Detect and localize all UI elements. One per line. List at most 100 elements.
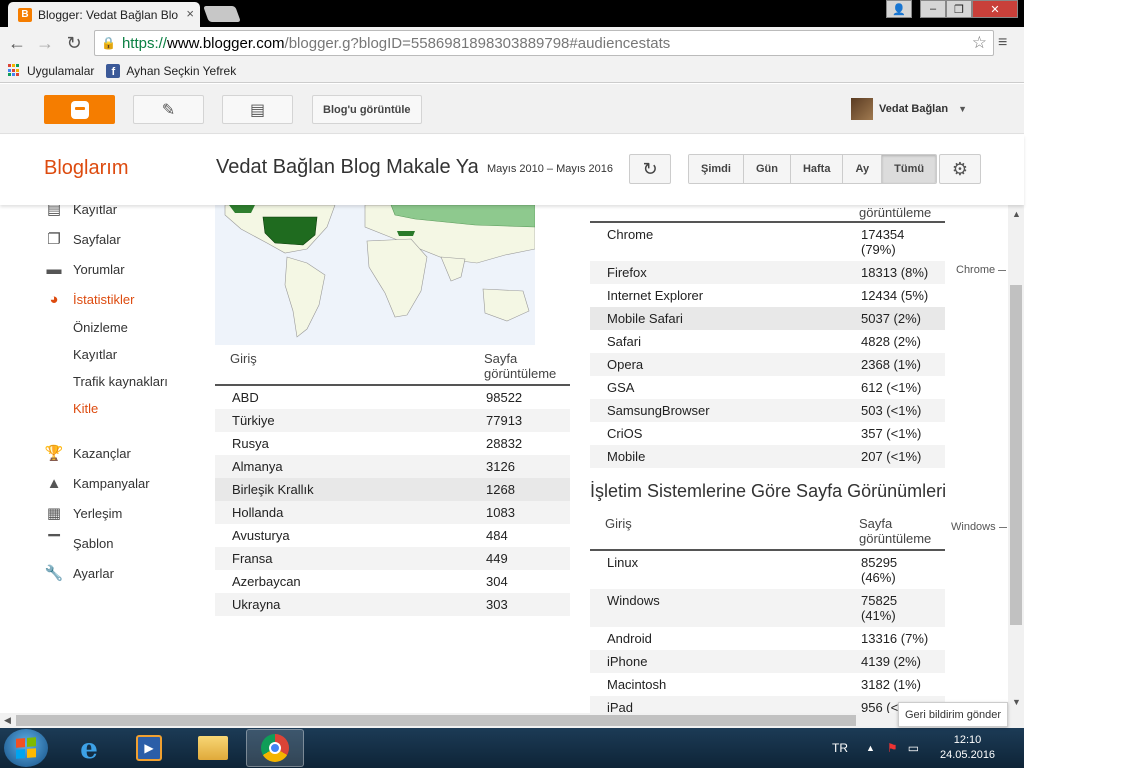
country-views: 449	[469, 547, 570, 570]
taskbar-chrome[interactable]	[246, 729, 304, 767]
new-tab-button[interactable]	[203, 6, 241, 22]
user-profile-icon[interactable]: 👤	[886, 0, 912, 18]
country-name: Rusya	[232, 436, 269, 451]
table-row: GSA 612 (<1%)	[590, 376, 945, 399]
range-week-button[interactable]: Hafta	[790, 155, 844, 183]
sidebar-item-campaigns[interactable]: ▲ Kampanyalar	[44, 474, 150, 492]
browser-views: 612 (<1%)	[861, 380, 922, 395]
sidebar-item-pages[interactable]: ❐ Sayfalar	[44, 230, 120, 248]
table-row: Opera 2368 (1%)	[590, 353, 945, 376]
reload-icon[interactable]: ↻	[63, 32, 85, 54]
sidebar-item-layout[interactable]: ▦ Yerleşim	[44, 504, 122, 522]
horizontal-scroll-thumb[interactable]	[16, 715, 856, 726]
table-row: Internet Explorer 12434 (5%)	[590, 284, 945, 307]
horizontal-scrollbar[interactable]: ◀	[0, 713, 1024, 728]
action-center-flag-icon[interactable]: ⚑	[887, 741, 898, 755]
audience-stats-content: Giriş Sayfa görüntüleme ABD 98522 Türkiye…	[210, 205, 1008, 713]
view-blog-button[interactable]: Blog'u görüntüle	[312, 95, 422, 124]
taskbar-media-player[interactable]: ▶	[120, 729, 178, 767]
sidebar-item-comments[interactable]: ▬ Yorumlar	[44, 260, 125, 278]
user-name: Vedat Bağlan	[879, 103, 949, 115]
scroll-left-arrow-icon[interactable]: ◀	[4, 715, 11, 726]
scroll-down-arrow-icon[interactable]: ▼	[1012, 697, 1021, 707]
range-all-button[interactable]: Tümü	[882, 155, 937, 183]
bookmark-facebook[interactable]: f Ayhan Seçkin Yefrek	[106, 63, 236, 78]
media-player-icon: ▶	[136, 735, 162, 761]
bookmark-apps[interactable]: Uygulamalar	[8, 64, 94, 78]
country-views: 1268	[469, 478, 570, 501]
country-name: Birleşik Krallık	[215, 478, 469, 501]
bookmark-star-icon[interactable]: ☆	[972, 33, 987, 53]
network-icon[interactable]: ▭	[908, 741, 919, 755]
tray-expand-icon[interactable]: ▲	[866, 743, 875, 753]
browsers-col-views-tail: görüntüleme	[859, 205, 932, 220]
range-month-button[interactable]: Ay	[843, 155, 883, 183]
refresh-button[interactable]: ↻	[629, 154, 671, 184]
lock-icon: 🔒	[101, 36, 116, 50]
sidebar-item-settings[interactable]: 🔧 Ayarlar	[44, 564, 114, 582]
chrome-menu-icon[interactable]: ≡	[998, 34, 1007, 52]
facebook-icon: f	[106, 63, 121, 78]
forward-arrow-icon[interactable]: →	[34, 32, 56, 54]
sidebar-sub-audience[interactable]: Kitle	[73, 401, 98, 416]
sidebar-sub-posts[interactable]: Kayıtlar	[73, 347, 117, 362]
scroll-up-arrow-icon[interactable]: ▲	[1012, 209, 1021, 219]
minimize-button[interactable]: –	[920, 0, 946, 18]
sidebar-item-stats[interactable]: ◕ İstatistikler	[44, 290, 134, 308]
settings-button[interactable]: ⚙	[939, 154, 981, 184]
sidebar-sub-overview[interactable]: Önizleme	[73, 320, 128, 335]
window-close-button[interactable]: ✕	[972, 0, 1018, 18]
avatar	[851, 98, 873, 120]
country-name: Hollanda	[215, 501, 469, 524]
blogger-home-button[interactable]	[44, 95, 115, 124]
range-now-button[interactable]: Şimdi	[689, 155, 744, 183]
browser-name: Mobile Safari	[590, 307, 844, 330]
sidebar-item-earnings[interactable]: 🏆 Kazançlar	[44, 444, 131, 462]
sidebar-item-template[interactable]: ▔ Şablon	[44, 534, 113, 552]
country-views: 77913	[469, 409, 570, 432]
table-row: Avusturya 484	[215, 524, 570, 547]
os-name: iPhone	[590, 650, 844, 673]
os-views-pct: (46%)	[861, 570, 896, 585]
table-row: Macintosh 3182 (1%)	[590, 673, 945, 696]
taskbar-internet-explorer[interactable]: e	[60, 729, 118, 767]
table-row: Fransa 449	[215, 547, 570, 570]
posts-list-icon: ▤	[249, 101, 266, 119]
vertical-scrollbar[interactable]: ▲ ▼	[1008, 205, 1024, 713]
url-host: www.blogger.com	[166, 34, 285, 52]
new-post-button[interactable]: ✎	[133, 95, 204, 124]
table-row: Mobile Safari 5037 (2%)	[590, 307, 945, 330]
view-posts-button[interactable]: ▤	[222, 95, 293, 124]
country-name: Avusturya	[232, 528, 290, 543]
country-views: 484	[486, 528, 508, 543]
stats-title-bar: Bloglarım Vedat Bağlan Blog Makale Yazıl…	[0, 135, 1024, 205]
sidebar-item-label: Yerleşim	[73, 505, 123, 521]
tab-close-icon[interactable]: ×	[186, 6, 194, 21]
browser-views-count: 174354	[861, 227, 905, 242]
range-day-button[interactable]: Gün	[743, 155, 791, 183]
sidebar-item-label: Kayıtlar	[73, 205, 118, 217]
address-bar[interactable]: 🔒 https:// www.blogger.com /blogger.g?bl…	[94, 30, 994, 56]
start-button[interactable]	[4, 729, 48, 767]
countries-table: ABD 98522 Türkiye 77913 Rusya 28832 Almanya…	[215, 386, 570, 616]
browser-tab[interactable]: B Blogger: Vedat Bağlan Blo ×	[8, 2, 200, 27]
user-menu[interactable]: Vedat Bağlan ▼	[851, 98, 967, 120]
browser-views: 12434 (5%)	[861, 288, 929, 303]
browser-toolbar: ← → ↻ 🔒 https:// www.blogger.com /blogge…	[0, 27, 1024, 59]
os-views: 13316 (7%)	[861, 631, 929, 646]
maximize-button[interactable]: ❐	[946, 0, 972, 18]
campaigns-icon: ▲	[46, 474, 62, 492]
sidebar-sub-traffic[interactable]: Trafik kaynakları	[73, 374, 168, 389]
taskbar-file-explorer[interactable]	[184, 729, 242, 767]
clock[interactable]: 12:10 24.05.2016	[940, 733, 995, 763]
my-blogs-link[interactable]: Bloglarım	[44, 157, 128, 180]
os-views: 3182 (1%)	[861, 677, 921, 692]
table-row: Linux 85295 (46%)	[590, 551, 945, 589]
back-arrow-icon[interactable]: ←	[6, 32, 28, 54]
send-feedback-button[interactable]: Geri bildirim gönder	[898, 702, 1008, 727]
os-table: Linux 85295 (46%) Windows 75825 (41%) Androi…	[590, 551, 945, 713]
vertical-scroll-thumb[interactable]	[1010, 285, 1022, 625]
language-indicator[interactable]: TR	[832, 741, 848, 755]
sidebar-item-posts[interactable]: ▤ Kayıtlar	[44, 205, 117, 218]
browsers-table: Chrome 174354 (79%) Firefox 18313 (8%) Inte…	[590, 223, 945, 468]
